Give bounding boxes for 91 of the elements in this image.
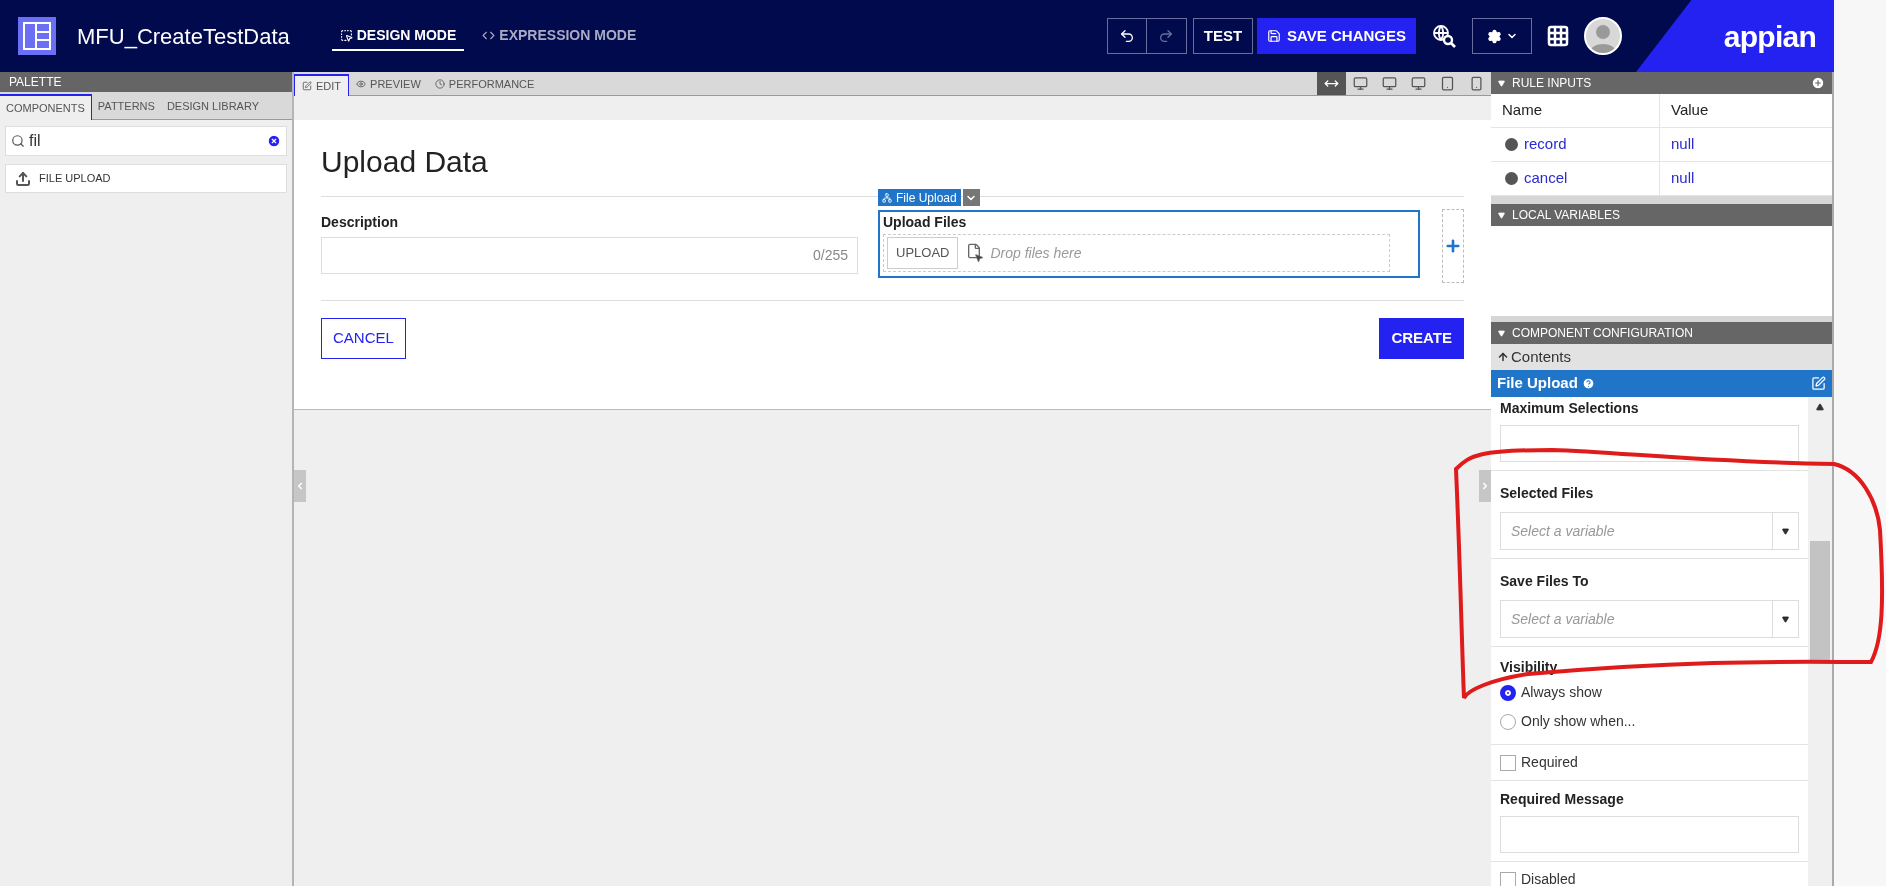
clock-icon [434, 79, 445, 89]
editor-tab[interactable]: PERFORMANCE [427, 73, 542, 95]
test-button[interactable]: TEST [1192, 18, 1254, 54]
rule-input-value[interactable]: null [1671, 133, 1695, 156]
clear-icon [267, 134, 281, 148]
caret-icon [1498, 79, 1505, 87]
edit-icon [302, 81, 312, 91]
config-field-label: Required Message [1500, 790, 1625, 809]
config-field-label: Selected Files [1500, 484, 1595, 503]
cancel-button[interactable]: CANCEL [321, 318, 406, 359]
upload-icon [15, 170, 31, 187]
component-tag[interactable]: File Upload [878, 189, 961, 206]
app-icon [18, 17, 56, 55]
component-name: File Upload [1497, 373, 1578, 394]
phone-icon [1469, 76, 1484, 91]
upload-button[interactable]: UPLOAD [887, 237, 959, 269]
monitor-icon [1353, 76, 1368, 91]
caret-icon [1782, 615, 1789, 623]
text-field[interactable] [1500, 816, 1799, 853]
section-title: COMPONENT CONFIGURATION [1512, 325, 1693, 342]
tablet-icon [1440, 76, 1455, 91]
mode-tab[interactable]: EXPRESSION MODE [474, 21, 645, 51]
character-counter: 0/255 [812, 246, 848, 265]
caret-icon [1782, 527, 1789, 535]
redo-icon [1158, 28, 1175, 44]
config-field-label: Visibility [1500, 658, 1559, 677]
section-header[interactable]: LOCAL VARIABLES [1491, 204, 1832, 226]
caret-icon [1498, 329, 1505, 337]
caret-icon [1498, 211, 1505, 219]
config-field-label: Maximum Selections [1500, 399, 1640, 418]
undo-icon [1118, 28, 1135, 44]
mode-tab[interactable]: DESIGN MODE [331, 21, 465, 51]
scroll-up-icon [1816, 403, 1824, 411]
radio-option[interactable]: Only show when... [1500, 707, 1799, 736]
tag-menu-button[interactable] [962, 189, 980, 206]
app-title: MFU_CreateTestData [77, 22, 290, 51]
checkbox-option[interactable]: Required [1500, 752, 1799, 773]
column-header: Name [1491, 94, 1660, 127]
device-preview-button[interactable] [1317, 72, 1346, 95]
palette-item[interactable]: FILE UPLOAD [5, 164, 287, 193]
scrollbar-thumb[interactable] [1810, 541, 1830, 661]
save-changes-button[interactable]: SAVE CHANGES [1257, 18, 1416, 54]
config-field-label: Save Files To [1500, 572, 1590, 591]
help-icon [1581, 377, 1595, 390]
file-cursor-icon [966, 243, 983, 263]
description-field[interactable]: 0/255 [321, 237, 858, 274]
collapse-left-handle[interactable] [294, 470, 306, 502]
rule-input-name[interactable]: record [1524, 133, 1567, 156]
avatar[interactable] [1584, 17, 1622, 55]
section-title: RULE INPUTS [1512, 75, 1592, 92]
selection-cursor-icon [339, 28, 353, 42]
palette-tab[interactable]: DESIGN LIBRARY [160, 93, 265, 119]
drop-placeholder: Drop files here [990, 243, 1082, 263]
collapse-right-handle[interactable] [1479, 470, 1491, 502]
breadcrumb[interactable]: Contents [1491, 344, 1832, 370]
logo: appian [1636, 0, 1834, 72]
section-header[interactable]: RULE INPUTS [1491, 72, 1832, 94]
palette-tab[interactable]: COMPONENTS [0, 94, 92, 120]
column-header: Value [1670, 100, 1710, 121]
undo-button[interactable] [1106, 18, 1147, 54]
section-header[interactable]: COMPONENT CONFIGURATION [1491, 322, 1832, 344]
create-button[interactable]: CREATE [1379, 318, 1464, 359]
globe-search-icon[interactable] [1432, 24, 1456, 48]
radio-option[interactable]: Always show [1500, 678, 1799, 707]
search-field[interactable]: fil [5, 126, 287, 156]
add-component-slot[interactable] [1442, 209, 1464, 283]
add-icon [1811, 76, 1825, 90]
settings-button[interactable] [1472, 18, 1532, 54]
drop-zone[interactable]: UPLOAD Drop files here [883, 234, 1390, 272]
apps-grid-icon[interactable] [1546, 24, 1570, 48]
field-label: Description [321, 213, 399, 232]
edit-icon [1811, 376, 1826, 391]
plus-icon [1444, 237, 1462, 255]
monitor-icon [1411, 76, 1426, 91]
editor-tab[interactable]: PREVIEW [349, 73, 428, 95]
rule-input-name[interactable]: cancel [1524, 167, 1568, 190]
checkbox-option[interactable]: Disabled [1500, 869, 1799, 886]
field-label: Upload Files [883, 213, 968, 232]
monitor-icon [1382, 76, 1397, 91]
editor-tab[interactable]: EDIT [294, 74, 350, 96]
section-title: LOCAL VARIABLES [1512, 207, 1621, 224]
palette-tab[interactable]: PATTERNS [91, 93, 161, 119]
palette-header: PALETTE [0, 72, 292, 92]
text-field[interactable] [1500, 425, 1799, 462]
rule-input-value[interactable]: null [1671, 167, 1695, 190]
gear-icon [1486, 28, 1502, 44]
search-icon [11, 134, 25, 148]
eye-icon [356, 79, 367, 89]
up-arrow-icon [1497, 351, 1509, 363]
form-title: Upload Data [321, 144, 489, 180]
hierarchy-icon [882, 192, 892, 203]
